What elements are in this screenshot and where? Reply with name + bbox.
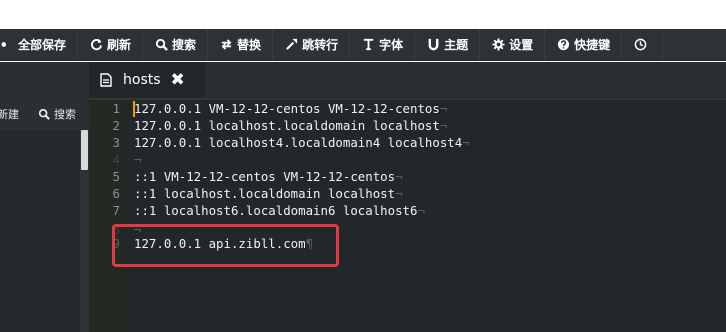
line-text: ::1 localhost6.localdomain6 localhost6¬	[134, 203, 425, 218]
save-all-label: 全部保存	[18, 38, 67, 52]
font-button[interactable]: 字体	[350, 29, 416, 60]
file-tree[interactable]	[0, 130, 80, 332]
line-text: ¬	[134, 152, 142, 167]
line-text: 127.0.0.1 localhost.localdomain localhos…	[134, 118, 448, 133]
refresh-icon	[89, 38, 103, 52]
replace-button[interactable]: 替换	[208, 29, 274, 60]
line-text: ::1 localhost.localdomain localhost¬	[134, 186, 403, 201]
line-number: 5	[112, 169, 120, 184]
search-button[interactable]: 搜索	[143, 29, 209, 60]
code-line: 4 ¬	[89, 151, 726, 168]
replace-icon	[219, 38, 233, 52]
refresh-label: 刷新	[107, 38, 132, 52]
tab-strip: hosts ✖	[89, 62, 726, 98]
file-panel-toolbar: 新建 搜索	[0, 100, 89, 127]
scrollbar-thumb[interactable]	[81, 130, 88, 170]
code-line: 7 ::1 localhost6.localdomain6 localhost6…	[89, 202, 726, 219]
settings-button[interactable]: 设置	[480, 29, 546, 60]
file-panel: 新建 搜索	[0, 62, 89, 332]
line-number: 4	[112, 152, 120, 167]
code-line: 6 ::1 localhost.localdomain localhost¬	[89, 185, 726, 202]
file-icon	[100, 73, 112, 87]
tab-hosts[interactable]: hosts ✖	[89, 62, 205, 98]
settings-label: 设置	[509, 38, 534, 52]
search-icon	[154, 38, 168, 52]
code-editor: hosts ✖ 1 127.0.0.1 VM-12-12-centos VM-1…	[89, 62, 726, 332]
replace-label: 替换	[237, 38, 262, 52]
code-line: 1 127.0.0.1 VM-12-12-centos VM-12-12-cen…	[89, 100, 726, 117]
code-line: 3 127.0.0.1 localhost4.localdomain4 loca…	[89, 134, 726, 151]
goto-line-icon	[284, 38, 298, 52]
shortcuts-button[interactable]: 快捷键	[545, 29, 623, 60]
highlight-annotation	[112, 224, 339, 267]
font-icon	[361, 38, 375, 52]
file-tree-scrollbar[interactable]	[80, 130, 89, 332]
text-caret	[133, 101, 135, 117]
line-text: 127.0.0.1 VM-12-12-centos VM-12-12-cento…	[134, 101, 448, 116]
help-icon	[556, 38, 570, 52]
save-all-icon	[0, 38, 14, 52]
close-icon[interactable]: ✖	[171, 71, 185, 89]
font-label: 字体	[379, 38, 404, 52]
theme-button[interactable]: 主题	[415, 29, 481, 60]
line-number: 6	[112, 186, 120, 201]
editor-toolbar: 全部保存 刷新 搜索 替换 跳转行 字体 主题 设置 快捷键	[0, 29, 726, 61]
theme-icon	[426, 38, 440, 52]
clock-icon	[633, 38, 647, 52]
save-all-button[interactable]: 全部保存	[0, 29, 79, 60]
code-line: 5 ::1 VM-12-12-centos VM-12-12-centos¬	[89, 168, 726, 185]
line-text: 127.0.0.1 localhost4.localdomain4 localh…	[134, 135, 470, 150]
line-text: ::1 VM-12-12-centos VM-12-12-centos¬	[134, 169, 403, 184]
line-number: 7	[112, 203, 120, 218]
line-number: 2	[112, 118, 120, 133]
goto-line-label: 跳转行	[302, 38, 339, 52]
tab-label: hosts	[123, 72, 161, 88]
theme-label: 主题	[444, 38, 469, 52]
search-icon	[38, 108, 50, 120]
line-number: 1	[112, 101, 120, 116]
shortcuts-label: 快捷键	[574, 38, 611, 52]
goto-line-button[interactable]: 跳转行	[273, 29, 351, 60]
new-file-button[interactable]: 新建	[0, 106, 19, 122]
clock-button[interactable]	[622, 29, 664, 60]
file-search-button[interactable]: 搜索	[38, 106, 76, 122]
gear-icon	[491, 38, 505, 52]
code-line: 2 127.0.0.1 localhost.localdomain localh…	[89, 117, 726, 134]
window-top-strip	[0, 0, 726, 29]
file-search-label: 搜索	[54, 108, 76, 121]
line-number: 3	[112, 135, 120, 150]
search-label: 搜索	[172, 38, 197, 52]
refresh-button[interactable]: 刷新	[78, 29, 144, 60]
